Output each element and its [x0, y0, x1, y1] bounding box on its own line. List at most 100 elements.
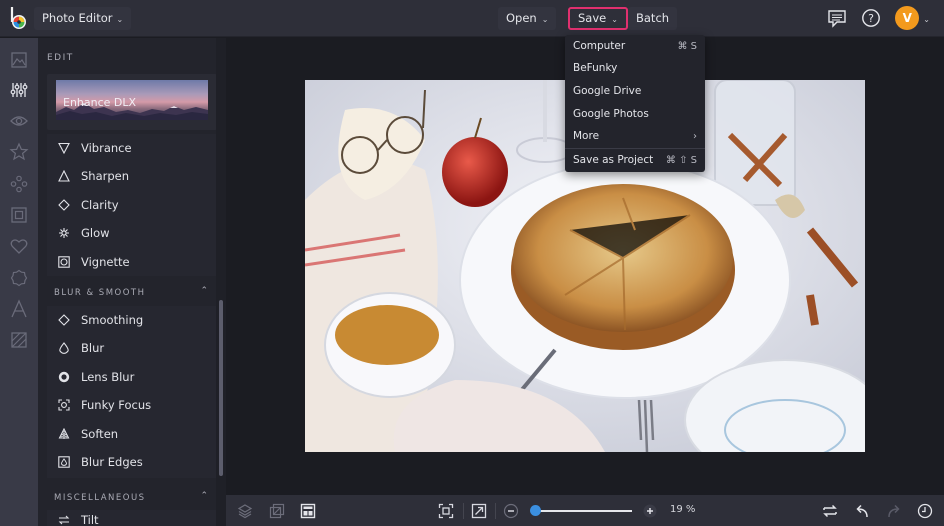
layers-icon[interactable] [237, 503, 253, 519]
menu-item-label: Google Drive [573, 85, 642, 97]
undo-icon[interactable] [854, 503, 870, 519]
tool-label: Blur [81, 341, 105, 355]
menu-item-save-as-project[interactable]: Save as Project ⌘ ⇧ S [565, 149, 705, 171]
befunky-logo[interactable] [9, 6, 29, 30]
aperture-icon [57, 370, 71, 384]
batch-button-label: Batch [636, 11, 670, 25]
open-button-label: Open [506, 11, 537, 25]
heart-icon[interactable] [9, 236, 29, 256]
misc-tool-list: Tilt [47, 510, 217, 526]
chevron-down-icon: ⌄ [541, 15, 549, 24]
bottom-toolbar: 19 % [226, 495, 944, 526]
tool-vibrance[interactable]: Vibrance [47, 134, 217, 162]
avatar[interactable]: V [895, 6, 920, 30]
section-header-blur-smooth[interactable]: BLUR & SMOOTH [54, 288, 146, 298]
tool-vignette[interactable]: Vignette [47, 248, 217, 276]
batch-button[interactable]: Batch [628, 7, 678, 30]
zoom-slider-handle[interactable] [530, 505, 541, 516]
menu-item-label: Save as Project [573, 154, 654, 166]
app-switcher-label: Photo Editor [42, 11, 113, 25]
sliders-icon[interactable] [9, 80, 29, 100]
tool-label: Soften [81, 427, 119, 441]
tool-blur-edges[interactable]: Blur Edges [47, 448, 217, 476]
tool-smoothing[interactable]: Smoothing [47, 306, 217, 334]
image-icon[interactable] [9, 50, 29, 70]
triangle-up-icon [57, 169, 71, 183]
tool-lens-blur[interactable]: Lens Blur [47, 363, 217, 391]
tool-funky-focus[interactable]: Funky Focus [47, 391, 217, 419]
texture-icon[interactable] [9, 330, 29, 350]
section-header-miscellaneous[interactable]: MISCELLANEOUS [54, 493, 146, 503]
tool-sharpen[interactable]: Sharpen [47, 162, 217, 190]
tool-label: Funky Focus [81, 398, 152, 412]
panel-scrollbar-thumb[interactable] [219, 300, 223, 476]
app-switcher-dropdown[interactable]: Photo Editor ⌄ [34, 7, 132, 30]
tool-category-rail [0, 38, 38, 526]
text-icon[interactable] [9, 299, 29, 319]
chevron-up-icon[interactable]: ⌃ [200, 286, 208, 296]
toolbar-divider [463, 503, 464, 519]
focus-icon [57, 398, 71, 412]
tool-clarity[interactable]: Clarity [47, 191, 217, 219]
chevron-down-icon: ⌄ [611, 15, 618, 24]
blur-tool-list: Smoothing Blur Lens Blur Funky Focus Sof… [47, 306, 217, 478]
shortcut-label: ⌘ S [677, 40, 697, 52]
zoom-slider-track[interactable] [535, 510, 632, 512]
tool-label: Smoothing [81, 313, 144, 327]
redo-icon[interactable] [886, 503, 902, 519]
save-button-label: Save [578, 11, 607, 25]
tool-label: Vibrance [81, 141, 132, 155]
tool-label: Clarity [81, 198, 119, 212]
vignette-icon [57, 255, 71, 269]
star-icon[interactable] [9, 142, 29, 162]
zoom-out-icon[interactable] [503, 503, 519, 519]
help-icon[interactable]: ? [861, 8, 881, 28]
layout-icon[interactable] [300, 503, 316, 519]
fit-to-screen-icon[interactable] [438, 503, 454, 519]
feedback-icon[interactable] [827, 8, 847, 28]
open-button[interactable]: Open ⌄ [498, 7, 557, 30]
enhance-dlx-card[interactable]: Enhance DLX [47, 74, 217, 130]
menu-item-more[interactable]: More › [565, 125, 705, 147]
svg-text:?: ? [868, 12, 874, 25]
save-button[interactable]: Save ⌄ [568, 7, 628, 30]
menu-item-computer[interactable]: Computer ⌘ S [565, 35, 705, 57]
menu-item-befunky[interactable]: BeFunky [565, 57, 705, 79]
menu-item-google-drive[interactable]: Google Drive [565, 80, 705, 102]
actual-size-icon[interactable] [471, 503, 487, 519]
chevron-down-icon: ⌄ [116, 15, 124, 24]
tool-glow[interactable]: Glow [47, 219, 217, 247]
blur-edges-icon [57, 455, 71, 469]
history-icon[interactable] [917, 503, 933, 519]
tool-soften[interactable]: Soften [47, 420, 217, 448]
menu-item-label: Google Photos [573, 108, 649, 120]
user-menu[interactable]: V ⌄ [895, 6, 930, 30]
menu-item-google-photos[interactable]: Google Photos [565, 103, 705, 125]
zoom-in-icon[interactable] [642, 503, 658, 519]
tool-label: Sharpen [81, 169, 130, 183]
drop-icon [57, 341, 71, 355]
tilt-icon [57, 513, 71, 526]
tool-tilt[interactable]: Tilt [47, 510, 217, 526]
tree-icon [57, 427, 71, 441]
compare-icon[interactable] [269, 503, 285, 519]
triangle-down-icon [57, 141, 71, 155]
top-right-icons: ? V ⌄ [827, 6, 930, 30]
frame-icon[interactable] [9, 205, 29, 225]
diamond-icon [57, 313, 71, 327]
graphics-icon[interactable] [9, 174, 29, 194]
tool-label: Vignette [81, 255, 130, 269]
chevron-up-icon[interactable]: ⌃ [200, 491, 208, 501]
chevron-right-icon: › [693, 130, 697, 142]
eye-icon[interactable] [9, 111, 29, 131]
save-dropdown-menu: Computer ⌘ S BeFunky Google Drive Google… [565, 35, 705, 172]
menu-item-label: Computer [573, 40, 626, 52]
enhance-dlx-thumbnail: Enhance DLX [56, 80, 208, 120]
badge-icon[interactable] [9, 268, 29, 288]
flip-icon[interactable] [822, 503, 838, 519]
menu-item-label: BeFunky [573, 62, 618, 74]
menu-item-label: More [573, 130, 600, 142]
toolbar-divider [495, 503, 496, 519]
tool-blur[interactable]: Blur [47, 334, 217, 362]
diamond-icon [57, 198, 71, 212]
